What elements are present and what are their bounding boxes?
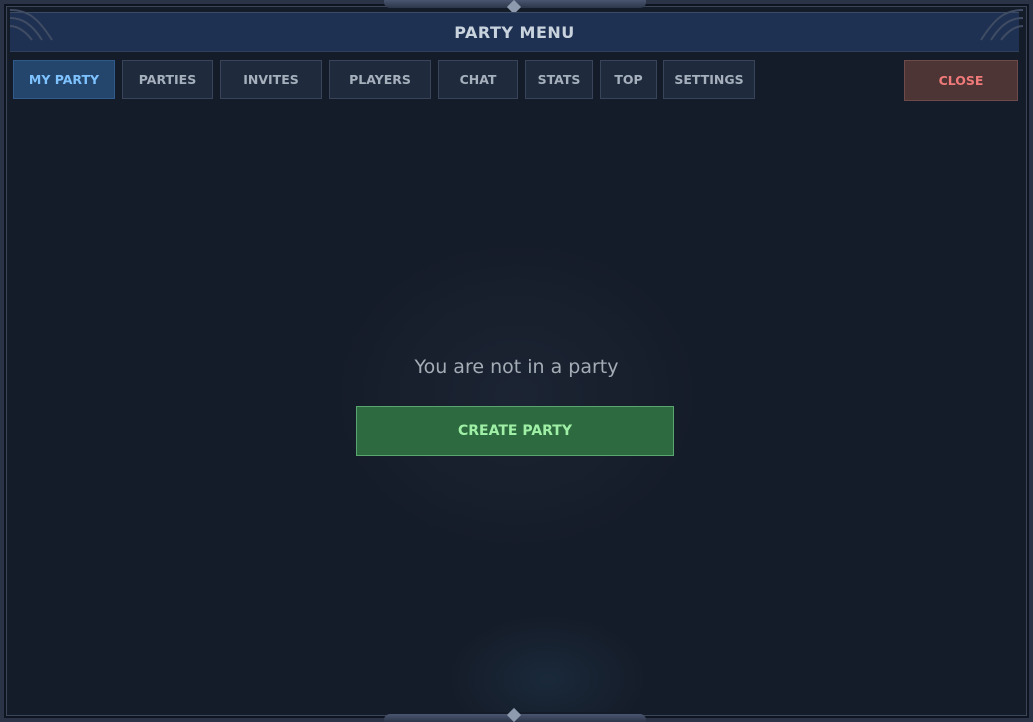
tab-settings[interactable]: SETTINGS — [663, 60, 755, 99]
not-in-party-message: You are not in a party — [414, 356, 619, 378]
window-title: PARTY MENU — [454, 22, 575, 42]
tab-stats[interactable]: STATS — [525, 60, 593, 99]
tab-players[interactable]: PLAYERS — [329, 60, 431, 99]
corner-ornament-icon — [980, 9, 1024, 41]
tab-top[interactable]: TOP — [600, 60, 657, 99]
tab-parties[interactable]: PARTIES — [122, 60, 213, 99]
corner-ornament-icon — [9, 9, 53, 41]
tab-my-party[interactable]: MY PARTY — [13, 60, 115, 99]
create-party-button[interactable]: CREATE PARTY — [356, 406, 674, 456]
tab-chat[interactable]: CHAT — [438, 60, 518, 99]
tab-invites[interactable]: INVITES — [220, 60, 322, 99]
window-header: PARTY MENU — [10, 12, 1019, 52]
close-button[interactable]: CLOSE — [904, 60, 1018, 101]
